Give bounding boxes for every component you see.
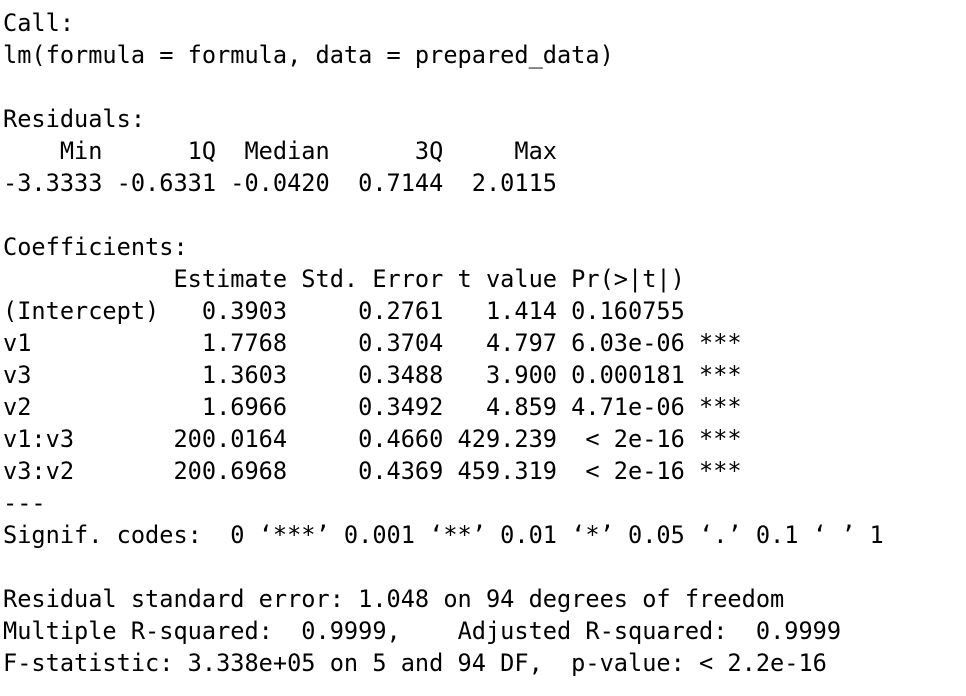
r-console-output: Call: lm(formula = formula, data = prepar…: [3, 7, 884, 679]
residual-standard-error: Residual standard error: 1.048 on 94 deg…: [3, 585, 785, 613]
coefficient-row-v1: v1 1.7768 0.3704 4.797 6.03e-06 ***: [3, 329, 742, 357]
coefficient-row-v1-v3: v1:v3 200.0164 0.4660 429.239 < 2e-16 **…: [3, 425, 742, 453]
r-squared-summary: Multiple R-squared: 0.9999, Adjusted R-s…: [3, 617, 856, 645]
residuals-quantile-labels: Min 1Q Median 3Q Max: [3, 137, 572, 165]
coefficient-row-v3-v2: v3:v2 200.6968 0.4369 459.319 < 2e-16 **…: [3, 457, 742, 485]
coefficients-header: Coefficients:: [3, 233, 188, 261]
coefficient-row-v2: v2 1.6966 0.3492 4.859 4.71e-06 ***: [3, 393, 742, 421]
coefficient-row-v3: v3 1.3603 0.3488 3.900 0.000181 ***: [3, 361, 742, 389]
coefficient-row-intercept: (Intercept) 0.3903 0.2761 1.414 0.160755: [3, 297, 742, 325]
call-header: Call:: [3, 9, 75, 37]
signif-codes-legend: Signif. codes: 0 ‘***’ 0.001 ‘**’ 0.01 ‘…: [3, 521, 884, 549]
separator-line: ---: [3, 489, 46, 517]
coefficients-column-headers: Estimate Std. Error t value Pr(>|t|): [3, 265, 742, 293]
residuals-header: Residuals:: [3, 105, 146, 133]
f-statistic-summary: F-statistic: 3.338e+05 on 5 and 94 DF, p…: [3, 649, 827, 677]
residuals-quantile-values: -3.3333 -0.6331 -0.0420 0.7144 2.0115: [3, 169, 572, 197]
call-formula: lm(formula = formula, data = prepared_da…: [3, 41, 614, 69]
